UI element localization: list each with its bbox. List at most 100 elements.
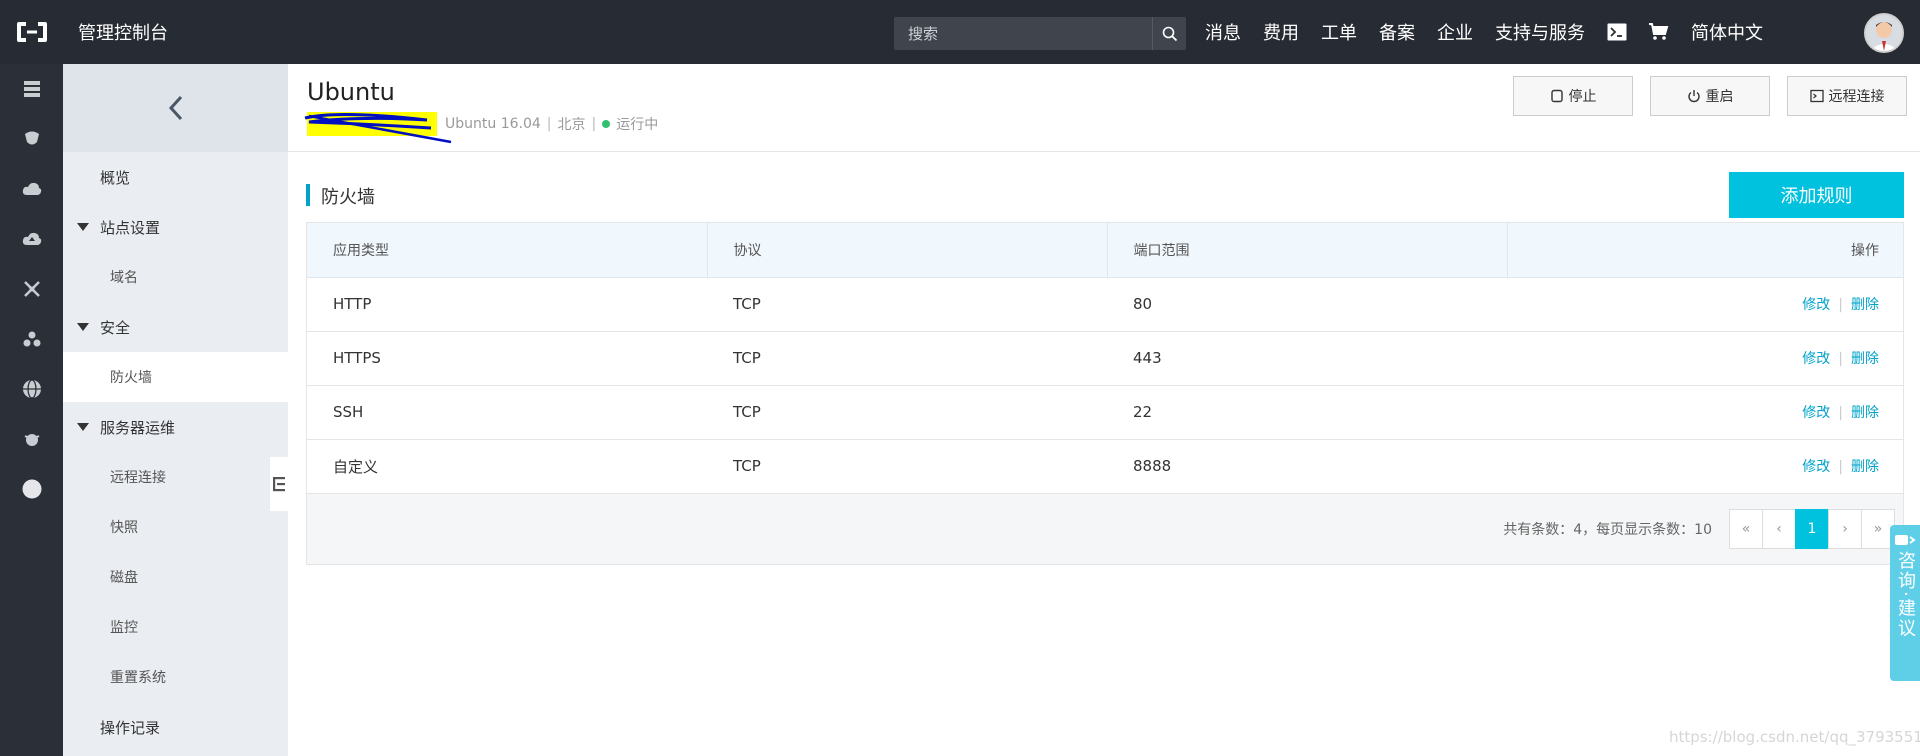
- stop-icon: [1550, 89, 1563, 103]
- sidebar-item-snapshot[interactable]: 快照: [63, 502, 288, 552]
- nav-messages[interactable]: 消息: [1205, 19, 1241, 45]
- sidebar-item-remote[interactable]: 远程连接: [63, 452, 288, 502]
- column-header-app-type: 应用类型: [307, 223, 708, 278]
- action-separator: |: [1838, 405, 1843, 421]
- page-current-button[interactable]: 1: [1795, 508, 1829, 549]
- restart-button[interactable]: 重启: [1650, 76, 1770, 116]
- sidebar-item-reset[interactable]: 重置系统: [63, 652, 288, 702]
- edit-link[interactable]: 修改: [1802, 459, 1830, 475]
- add-rule-button[interactable]: 添加规则: [1729, 172, 1904, 218]
- meta-separator: |: [591, 116, 597, 132]
- cell-ports: 80: [1107, 277, 1507, 332]
- cell-protocol: TCP: [707, 439, 1107, 494]
- redacted-instance-name: [304, 112, 452, 144]
- cell-protocol: TCP: [707, 385, 1107, 440]
- delete-link[interactable]: 删除: [1851, 297, 1879, 313]
- page-first-button[interactable]: «: [1729, 508, 1763, 549]
- action-separator: |: [1838, 351, 1843, 367]
- remote-connect-button[interactable]: 远程连接: [1787, 76, 1907, 116]
- app-title[interactable]: 管理控制台: [78, 19, 168, 45]
- cell-ports: 8888: [1107, 439, 1507, 494]
- cell-actions: 修改 | 删除: [1507, 385, 1903, 440]
- sidebar-item-logs[interactable]: 操作记录: [63, 702, 288, 752]
- sidebar-collapse-handle[interactable]: [270, 457, 288, 511]
- column-header-protocol: 协议: [707, 223, 1108, 278]
- language-switch[interactable]: 简体中文: [1691, 19, 1763, 45]
- cell-actions: 修改 | 删除: [1507, 439, 1903, 494]
- page-next-button[interactable]: ›: [1828, 508, 1862, 549]
- cell-ports: 443: [1107, 331, 1507, 386]
- feedback-tab[interactable]: 咨询·建议: [1890, 525, 1920, 681]
- sidebar-item-monitor[interactable]: 监控: [63, 602, 288, 652]
- search-input[interactable]: [894, 17, 1152, 50]
- rail-globe[interactable]: [0, 364, 63, 414]
- sidebar-item-domain[interactable]: 域名: [63, 252, 288, 302]
- edit-link[interactable]: 修改: [1802, 351, 1830, 367]
- edit-link[interactable]: 修改: [1802, 297, 1830, 313]
- caret-down-icon: [77, 423, 89, 431]
- delete-link[interactable]: 删除: [1851, 459, 1879, 475]
- rail-other[interactable]: [0, 464, 63, 514]
- sidebar-item-overview[interactable]: 概览: [63, 152, 288, 202]
- watermark: https://blog.csdn.net/qq_37935516: [1669, 728, 1920, 746]
- cart-icon: [1649, 23, 1669, 40]
- table-footer: 共有条数：4，每页显示条数：10 « ‹ 1 › »: [307, 493, 1903, 564]
- page-prev-button[interactable]: ‹: [1762, 508, 1796, 549]
- terminal-button[interactable]: [1607, 23, 1627, 41]
- cell-actions: 修改 | 删除: [1507, 331, 1903, 386]
- action-separator: |: [1838, 459, 1843, 475]
- sidebar-item-disk[interactable]: 磁盘: [63, 552, 288, 602]
- nav-support[interactable]: 支持与服务: [1495, 19, 1585, 45]
- nav-billing[interactable]: 费用: [1263, 19, 1299, 45]
- rail-cluster[interactable]: [0, 314, 63, 364]
- terminal-icon: [1809, 89, 1824, 103]
- rail-server[interactable]: [0, 64, 63, 114]
- server-icon: [23, 81, 40, 97]
- meta-separator: |: [546, 116, 552, 132]
- circle-icon: [22, 479, 41, 499]
- delete-link[interactable]: 删除: [1851, 405, 1879, 421]
- rail-cloud-upload[interactable]: [0, 214, 63, 264]
- cell-app-type: HTTP: [307, 277, 707, 332]
- stop-button[interactable]: 停止: [1513, 76, 1633, 116]
- network-icon: [23, 281, 40, 297]
- sidebar-item-firewall[interactable]: 防火墙: [63, 352, 288, 402]
- cell-protocol: TCP: [707, 277, 1107, 332]
- instance-os: Ubuntu 16.04: [445, 116, 541, 132]
- sidebar-group-site-settings[interactable]: 站点设置: [63, 202, 288, 252]
- edit-link[interactable]: 修改: [1802, 405, 1830, 421]
- bug-icon: [24, 434, 39, 446]
- sidebar-group-server-ops[interactable]: 服务器运维: [63, 402, 288, 452]
- delete-link[interactable]: 删除: [1851, 351, 1879, 367]
- restart-button-label: 重启: [1705, 89, 1734, 105]
- instance-region: 北京: [557, 117, 586, 133]
- nav-icp[interactable]: 备案: [1379, 19, 1415, 45]
- sidebar-group-label: 安全: [100, 318, 131, 337]
- cluster-icon: [23, 331, 40, 347]
- back-button[interactable]: [63, 64, 288, 152]
- rail-bug[interactable]: [0, 414, 63, 464]
- nav-enterprise[interactable]: 企业: [1437, 19, 1473, 45]
- rail-cloud[interactable]: [0, 164, 63, 214]
- power-icon: [1687, 90, 1700, 103]
- sidebar-group-security[interactable]: 安全: [63, 302, 288, 352]
- search-icon: [1162, 26, 1177, 41]
- terminal-icon: [1607, 23, 1627, 41]
- aliyun-logo[interactable]: [0, 0, 63, 64]
- sidebar-group-label: 服务器运维: [100, 418, 176, 437]
- rail-network[interactable]: [0, 264, 63, 314]
- chevron-left-icon: [168, 95, 182, 121]
- logo-icon: [16, 22, 47, 42]
- sidebar-group-label: 站点设置: [100, 218, 161, 237]
- product-rail: [0, 64, 63, 756]
- instance-meta: Ubuntu 16.04 | 北京 | 运行中: [304, 112, 658, 144]
- nav-tickets[interactable]: 工单: [1321, 19, 1357, 45]
- cell-app-type: HTTPS: [307, 331, 707, 386]
- table-row: HTTP TCP 80 修改 | 删除: [307, 277, 1903, 332]
- top-nav: 消息 费用 工单 备案 企业 支持与服务 简体中文: [1205, 0, 1785, 64]
- cart-button[interactable]: [1649, 23, 1669, 41]
- search-button[interactable]: [1152, 17, 1186, 50]
- page-title: Ubuntu: [307, 78, 395, 106]
- avatar[interactable]: [1864, 13, 1904, 53]
- rail-database[interactable]: [0, 114, 63, 164]
